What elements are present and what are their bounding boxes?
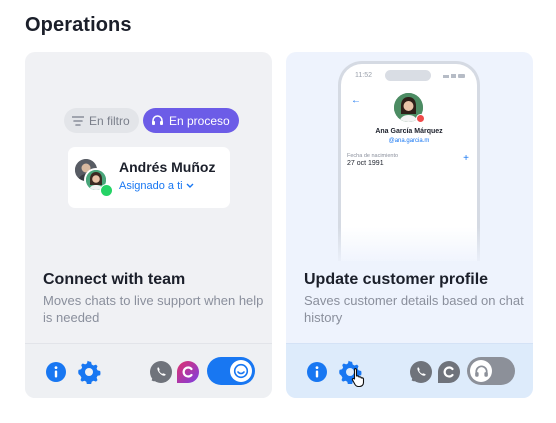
assign-dropdown: Asignado a ti: [119, 180, 194, 192]
contact-name: Andrés Muñoz: [119, 159, 216, 175]
back-arrow-icon: ←: [351, 95, 361, 106]
chat-c-icon: [437, 360, 461, 384]
whatsapp-badge-icon: [100, 184, 113, 197]
info-icon[interactable]: [305, 360, 329, 384]
chat-c-icon: [176, 360, 200, 384]
process-chip: En proceso: [143, 108, 239, 133]
whatsapp-icon: [409, 360, 433, 384]
card-footer: [286, 343, 533, 398]
phone-notch: [385, 70, 431, 81]
process-chip-label: En proceso: [169, 113, 230, 128]
settings-gear-icon[interactable]: [77, 360, 101, 384]
enable-toggle[interactable]: [207, 357, 255, 385]
enable-toggle[interactable]: [467, 357, 515, 385]
phone-time: 11:52: [355, 72, 372, 79]
toggle-knob: [230, 360, 252, 382]
chevron-down-icon: [186, 183, 194, 188]
card-footer: [25, 343, 272, 398]
integration-card-connect-team: En filtro En proceso Andrés Muñoz Asigna…: [25, 52, 272, 398]
mouse-pointer-icon: [351, 367, 365, 387]
birthdate-value: 27 oct 1991: [347, 160, 384, 167]
toggle-knob: [470, 360, 492, 382]
birthdate-label: Fecha de nacimiento: [347, 153, 399, 159]
status-bar-icons: [443, 74, 465, 78]
card-description: Saves customer details based on chat his…: [304, 293, 524, 325]
assign-label: Asignado a ti: [119, 180, 183, 192]
phone-fade: [326, 227, 496, 267]
headset-icon: [152, 115, 163, 125]
info-icon[interactable]: [44, 360, 68, 384]
bot-face-icon: [233, 363, 249, 379]
whatsapp-icon: [149, 360, 173, 384]
card-description: Moves chats to live support when help is…: [43, 293, 264, 325]
section-title: Operations: [25, 14, 132, 36]
filter-icon: [72, 115, 84, 126]
headset-icon: [474, 365, 488, 377]
card-title: Connect with team: [43, 271, 186, 288]
card-title: Update customer profile: [304, 271, 489, 288]
contact-card: Andrés Muñoz Asignado a ti: [68, 147, 230, 208]
filter-chip: En filtro: [64, 108, 139, 133]
filter-chip-label: En filtro: [89, 113, 130, 128]
profile-badge-icon: [416, 114, 425, 123]
profile-name: Ana García Márquez: [375, 128, 443, 135]
add-field-icon: +: [463, 153, 469, 164]
profile-handle: @ana.garcia.m: [388, 138, 430, 144]
integration-card-update-profile: 11:52 ← Ana García Márquez @ana.garcia.m…: [286, 52, 533, 398]
